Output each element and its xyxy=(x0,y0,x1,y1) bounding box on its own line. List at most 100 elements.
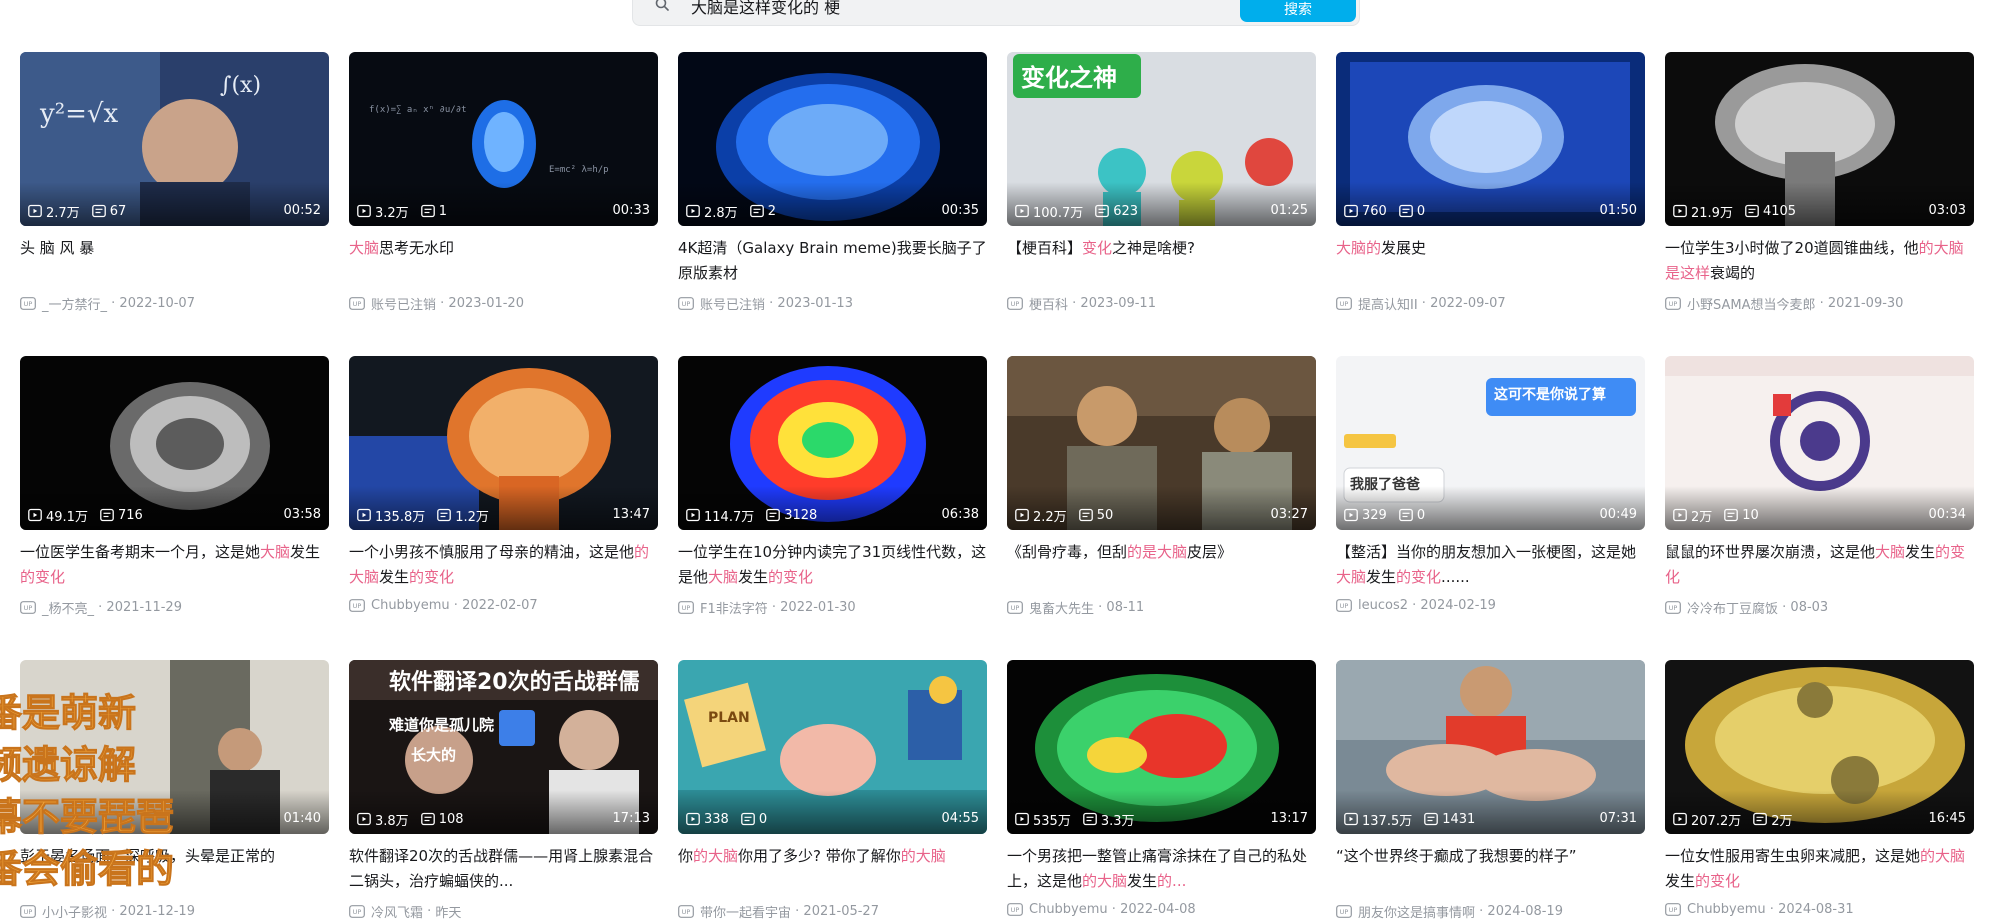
video-card[interactable]: 21.9万 4105 03:03 一位学生3小时做了20道圆锥曲线，他的大脑是这样衰竭… xyxy=(1665,52,1974,314)
video-title[interactable]: 《刮骨疗毒，但刮的是大脑皮层》 xyxy=(1007,540,1316,565)
video-card[interactable]: 760 0 01:50 大脑的发展史 UP 提高认知II · 2022-09-07 xyxy=(1336,52,1645,314)
video-card[interactable]: f(x)=∑ aₙ xⁿ ∂u/∂t E=mc² λ=h/p 3.2万 1 00:33 大… xyxy=(349,52,658,314)
svg-text:UP: UP xyxy=(1340,300,1349,308)
video-title[interactable]: 大脑思考无水印 xyxy=(349,236,658,261)
uploader-name[interactable]: Chubbyemu xyxy=(1029,902,1108,917)
video-thumbnail[interactable]: 2万 10 00:34 xyxy=(1665,356,1974,530)
video-thumbnail[interactable]: 760 0 01:50 xyxy=(1336,52,1645,226)
video-thumbnail[interactable]: 49.1万 716 03:58 xyxy=(20,356,329,530)
video-meta[interactable]: UP 冷风飞霜 · 昨天 xyxy=(349,902,658,921)
video-meta[interactable]: UP leucos2 · 2024-02-19 xyxy=(1336,598,1645,613)
title-segment: 一位学生3小时做了20道圆锥曲线，他 xyxy=(1665,239,1919,257)
danmaku-count: 623 xyxy=(1095,204,1138,219)
title-segment: ...... xyxy=(1441,568,1470,586)
video-card[interactable]: 2万 10 00:34 鼠鼠的环世界屡次崩溃，这是他大脑发生的变化 UP 冷冷布丁豆腐饭 … xyxy=(1665,356,1974,618)
video-meta[interactable]: UP 朋友你这是搞事情啊 · 2024-08-19 xyxy=(1336,902,1645,921)
uploader-name[interactable]: 小野SAMA想当今麦郎 xyxy=(1687,294,1816,313)
uploader-name[interactable]: 鬼畜大先生 xyxy=(1029,598,1094,617)
video-card[interactable]: 114.7万 3128 06:38 一位学生在10分钟内读完了31页线性代数，这是他大… xyxy=(678,356,987,618)
video-thumbnail[interactable]: 21.9万 4105 03:03 xyxy=(1665,52,1974,226)
video-meta[interactable]: UP _杨不亮_ · 2021-11-29 xyxy=(20,598,329,617)
video-card[interactable]: 3.8万 108 17:13 软件翻译20次的舌战群儒 难道你是孤儿院 长大的软件翻译20… xyxy=(349,660,658,922)
video-thumbnail[interactable]: 135.8万 1.2万 13:47 xyxy=(349,356,658,530)
video-thumbnail[interactable]: 2.8万 2 00:35 xyxy=(678,52,987,226)
video-meta[interactable]: UP 小野SAMA想当今麦郎 · 2021-09-30 xyxy=(1665,294,1974,313)
video-title[interactable]: 一个男孩把一整管止痛膏涂抹在了自己的私处上，这是他的大脑发生的... xyxy=(1007,844,1316,894)
video-meta[interactable]: UP 带你一起看宇宙 · 2021-05-27 xyxy=(678,902,987,921)
video-card[interactable]: 137.5万 1431 07:31 “这个世界终于癫成了我想要的样子” UP 朋友你这是搞… xyxy=(1336,660,1645,922)
video-card[interactable]: 100.7万 623 01:25 变化之神【梗百科】变化之神是啥梗? UP 梗百科 · 2… xyxy=(1007,52,1316,314)
uploader-name[interactable]: Chubbyemu xyxy=(371,598,450,613)
video-thumbnail[interactable]: y²=√x ∫(x) 2.7万 67 00:52 xyxy=(20,52,329,226)
video-card[interactable]: 207.2万 2万 16:45 一位女性服用寄生虫卵来减肥，这是她的大脑发生的变化 UP… xyxy=(1665,660,1974,922)
search-input[interactable] xyxy=(689,0,1253,21)
video-thumbnail[interactable]: 114.7万 3128 06:38 xyxy=(678,356,987,530)
video-card[interactable]: 2.2万 50 03:27 《刮骨疗毒，但刮的是大脑皮层》 UP 鬼畜大先生 · 08-1… xyxy=(1007,356,1316,618)
video-title[interactable]: 一位女性服用寄生虫卵来减肥，这是她的大脑发生的变化 xyxy=(1665,844,1974,894)
video-title[interactable]: 软件翻译20次的舌战群儒——用肾上腺素混合二锅头，治疗蝙蝠侠的... xyxy=(349,844,658,894)
video-meta[interactable]: UP 梗百科 · 2023-09-11 xyxy=(1007,294,1316,313)
title-segment: 发生 xyxy=(738,568,769,586)
video-meta[interactable]: UP 鬼畜大先生 · 08-11 xyxy=(1007,598,1316,617)
video-title[interactable]: 鼠鼠的环世界屡次崩溃，这是他大脑发生的变化 xyxy=(1665,540,1974,590)
video-thumbnail[interactable]: f(x)=∑ aₙ xⁿ ∂u/∂t E=mc² λ=h/p 3.2万 1 00:33 xyxy=(349,52,658,226)
video-meta[interactable]: UP _一方禁行_ · 2022-10-07 xyxy=(20,294,329,313)
uploader-name[interactable]: F1非法字符 xyxy=(700,598,768,617)
video-meta[interactable]: UP F1非法字符 · 2022-01-30 xyxy=(678,598,987,617)
video-title[interactable]: 大脑的发展史 xyxy=(1336,236,1645,261)
video-thumbnail[interactable]: 207.2万 2万 16:45 xyxy=(1665,660,1974,834)
play-count-icon xyxy=(1344,812,1358,826)
video-title[interactable]: 一个小男孩不慎服用了母亲的精油，这是他的大脑发生的变化 xyxy=(349,540,658,590)
video-title[interactable]: 头 脑 风 暴 xyxy=(20,236,329,261)
video-thumbnail[interactable]: 338 0 04:55 PLAN xyxy=(678,660,987,834)
title-segment: 大脑 xyxy=(1336,568,1367,586)
video-thumbnail[interactable]: 100.7万 623 01:25 变化之神 xyxy=(1007,52,1316,226)
uploader-name[interactable]: 冷冷布丁豆腐饭 xyxy=(1687,598,1778,617)
video-title[interactable]: 一位学生3小时做了20道圆锥曲线，他的大脑是这样衰竭的 xyxy=(1665,236,1974,286)
video-card[interactable]: 135.8万 1.2万 13:47 一个小男孩不慎服用了母亲的精油，这是他的大脑发生的… xyxy=(349,356,658,618)
video-card[interactable]: y²=√x ∫(x) 2.7万 67 00:52 头 脑 风 暴 UP _一方禁行_ · 20… xyxy=(20,52,329,314)
uploader-name[interactable]: Chubbyemu xyxy=(1687,902,1766,917)
search-button[interactable]: 搜索 xyxy=(1240,0,1356,22)
video-card[interactable]: 2.8万 2 00:35 4K超清（Galaxy Brain meme)我要长脑子了原… xyxy=(678,52,987,314)
uploader-name[interactable]: 梗百科 xyxy=(1029,294,1068,313)
video-meta[interactable]: UP Chubbyemu · 2022-04-08 xyxy=(1007,902,1316,917)
video-thumbnail[interactable]: 535万 3.3万 13:17 xyxy=(1007,660,1316,834)
uploader-name[interactable]: 冷风飞霜 xyxy=(371,902,423,921)
uploader-name[interactable]: leucos2 xyxy=(1358,598,1408,613)
video-duration: 04:55 xyxy=(941,811,979,826)
video-duration: 00:33 xyxy=(612,203,650,218)
video-meta[interactable]: UP 冷冷布丁豆腐饭 · 08-03 xyxy=(1665,598,1974,617)
title-segment: 的变化 xyxy=(1695,872,1741,890)
uploader-name[interactable]: 账号已注销 xyxy=(371,294,436,313)
video-card[interactable]: 49.1万 716 03:58 一位医学生备考期末一个月，这是她大脑发生的变化 UP _杨… xyxy=(20,356,329,618)
video-meta[interactable]: UP 账号已注销 · 2023-01-20 xyxy=(349,294,658,313)
uploader-name[interactable]: _一方禁行_ xyxy=(42,294,107,313)
video-title[interactable]: 4K超清（Galaxy Brain meme)我要长脑子了原版素材 xyxy=(678,236,987,286)
video-thumbnail[interactable]: 137.5万 1431 07:31 xyxy=(1336,660,1645,834)
video-title[interactable]: 【梗百科】变化之神是啥梗? xyxy=(1007,236,1316,261)
video-card[interactable]: 535万 3.3万 13:17 一个男孩把一整管止痛膏涂抹在了自己的私处上，这是他的大… xyxy=(1007,660,1316,922)
uploader-name[interactable]: 朋友你这是搞事情啊 xyxy=(1358,902,1475,921)
video-card[interactable]: 338 0 04:55 PLAN 你的大脑你用了多少? 带你了解你的大脑 UP 带你一起看宇… xyxy=(678,660,987,922)
video-title[interactable]: “这个世界终于癫成了我想要的样子” xyxy=(1336,844,1645,869)
video-title[interactable]: 【整活】当你的朋友想加入一张梗图，这是她大脑发生的变化...... xyxy=(1336,540,1645,590)
video-thumbnail[interactable]: 329 0 00:49 这可不是你说了算 我服了爸爸 xyxy=(1336,356,1645,530)
uploader-name[interactable]: 提高认知II xyxy=(1358,294,1418,313)
uploader-name[interactable]: 带你一起看宇宙 xyxy=(700,902,791,921)
video-meta[interactable]: UP 账号已注销 · 2023-01-13 xyxy=(678,294,987,313)
video-meta[interactable]: UP Chubbyemu · 2024-08-31 xyxy=(1665,902,1974,917)
danmaku-count-value: 623 xyxy=(1113,203,1139,219)
danmaku-icon xyxy=(740,812,755,826)
video-title[interactable]: 一位学生在10分钟内读完了31页线性代数，这是他大脑发生的变化 xyxy=(678,540,987,590)
video-meta[interactable]: UP 提高认知II · 2022-09-07 xyxy=(1336,294,1645,313)
uploader-name[interactable]: 账号已注销 xyxy=(700,294,765,313)
video-card[interactable]: 329 0 00:49 这可不是你说了算 我服了爸爸【整活】当你的朋友想加入一张梗图，这… xyxy=(1336,356,1645,618)
video-title[interactable]: 一位医学生备考期末一个月，这是她大脑发生的变化 xyxy=(20,540,329,590)
video-title[interactable]: 你的大脑你用了多少? 带你了解你的大脑 xyxy=(678,844,987,869)
video-thumbnail[interactable]: 3.8万 108 17:13 软件翻译20次的舌战群儒 难道你是孤儿院 长大的 xyxy=(349,660,658,834)
meta-separator: · xyxy=(107,296,120,311)
uploader-name[interactable]: _杨不亮_ xyxy=(42,598,94,617)
video-thumbnail[interactable]: 2.2万 50 03:27 xyxy=(1007,356,1316,530)
video-meta[interactable]: UP Chubbyemu · 2022-02-07 xyxy=(349,598,658,613)
